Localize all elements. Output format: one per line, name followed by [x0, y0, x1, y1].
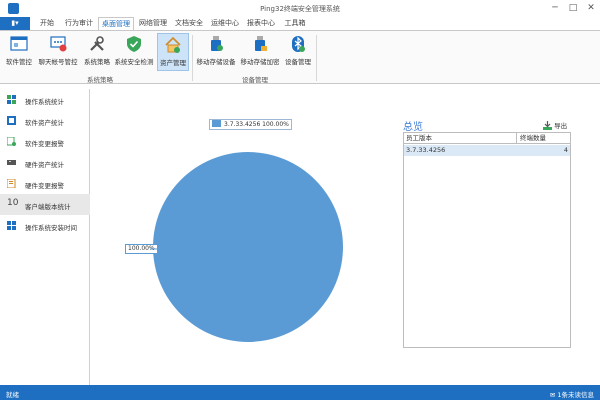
- app-menu-button[interactable]: ▮▾: [0, 17, 30, 30]
- hardware-icon: [7, 160, 16, 165]
- sidebar-item-label: 软件变更报警: [25, 140, 64, 148]
- pie-slice[interactable]: [153, 152, 343, 342]
- overview-table: 员工版本 终端数量 3.7.33.4256 4: [403, 132, 571, 348]
- sidebar-item-label: 操作系统统计: [25, 98, 64, 106]
- hardware-alert-icon: [7, 179, 16, 188]
- house-icon: [165, 36, 181, 53]
- tab-report-center[interactable]: 报表中心: [244, 17, 278, 30]
- export-label: 导出: [554, 122, 568, 130]
- shield-check-icon: [127, 36, 141, 52]
- chat-account-control-label: 聊天帐号管控: [38, 58, 78, 66]
- maximize-button[interactable]: □: [566, 2, 580, 14]
- pie-chart: [153, 152, 343, 342]
- ribbon-group-separator: [316, 35, 317, 81]
- table-cell-version: 3.7.33.4256: [406, 146, 446, 154]
- column-header-count[interactable]: 终端数量: [517, 133, 570, 144]
- device-management-button[interactable]: 设备管理: [283, 33, 313, 71]
- sidebar-item-os-install-time[interactable]: 操作系统安装时间: [0, 215, 90, 236]
- sidebar-item-hardware-assets[interactable]: 硬件资产统计: [0, 152, 90, 173]
- usb-lock-icon: [255, 36, 267, 51]
- sidebar-item-label: 硬件变更报警: [25, 182, 64, 190]
- title-bar: Ping32终端安全管理系统 ─ □ ✕: [0, 0, 600, 17]
- tab-network-management[interactable]: 网络管理: [136, 17, 170, 30]
- tab-ops-center[interactable]: 运维中心: [208, 17, 242, 30]
- group-label-device-management: 设备管理: [242, 76, 268, 84]
- chat-account-control-button[interactable]: 聊天帐号管控: [38, 33, 78, 71]
- group-label-system-policy: 系统策略: [87, 76, 113, 84]
- export-icon: [543, 121, 552, 130]
- software-window-icon: [10, 36, 28, 51]
- sidebar-item-label: 硬件资产统计: [25, 161, 64, 169]
- windows-icon: [7, 221, 16, 230]
- tab-start[interactable]: 开始: [34, 17, 60, 30]
- system-security-check-label: 系统安全检测: [114, 58, 154, 66]
- chat-monitor-icon: [50, 36, 67, 52]
- tab-document-security[interactable]: 文档安全: [172, 17, 206, 30]
- legend-swatch: [212, 120, 221, 127]
- sidebar-item-software-change-alert[interactable]: 软件变更报警: [0, 131, 90, 152]
- system-policy-button[interactable]: 系统策略: [82, 33, 112, 71]
- bluetooth-icon: [292, 36, 305, 52]
- minimize-button[interactable]: ─: [548, 2, 562, 14]
- chart-legend: 3.7.33.4256 100.00%: [209, 119, 292, 130]
- tab-behavior-audit[interactable]: 行为审计: [62, 17, 96, 30]
- legend-text: 3.7.33.4256 100.00%: [224, 121, 289, 128]
- sidebar-item-client-version-stats[interactable]: 10 客户端版本统计: [0, 194, 90, 215]
- pie-label-leader: [150, 248, 158, 250]
- removable-storage-label: 移动存储设备: [196, 58, 236, 66]
- version-number-icon: 10: [7, 198, 19, 208]
- sidebar-item-hardware-change-alert[interactable]: 硬件变更报警: [0, 173, 90, 194]
- overview-title: 总览: [403, 122, 423, 133]
- usb-drive-icon: [211, 36, 223, 51]
- report-sidebar: 操作系统统计 软件资产统计 软件变更报警 硬件资产统计 硬件变更报警 10 客户…: [0, 89, 90, 385]
- sidebar-item-label: 客户端版本统计: [25, 203, 71, 211]
- asset-management-label: 资产管理: [160, 59, 186, 67]
- software-control-label: 软件管控: [6, 58, 32, 66]
- unread-messages-label: 1条未读信息: [557, 391, 594, 399]
- ribbon-tab-bar: ▮▾ 开始 行为审计 桌面管理 网络管理 文档安全 运维中心 报表中心 工具箱: [0, 17, 600, 30]
- tab-desktop-management[interactable]: 桌面管理: [98, 17, 134, 30]
- tools-icon: [90, 36, 104, 51]
- removable-storage-encryption-label: 移动存储加密: [240, 58, 280, 66]
- sidebar-item-label: 操作系统安装时间: [25, 224, 77, 232]
- tab-toolbox[interactable]: 工具箱: [280, 17, 310, 30]
- ribbon-group-separator: [192, 35, 193, 81]
- column-header-version[interactable]: 员工版本: [404, 133, 517, 144]
- mail-icon: ✉: [549, 391, 556, 399]
- status-text: 就绪: [6, 391, 19, 399]
- sidebar-item-software-assets[interactable]: 软件资产统计: [0, 110, 90, 131]
- software-icon: [7, 116, 16, 125]
- status-bar: 就绪 ✉ 1条未读信息: [0, 385, 600, 400]
- software-control-button[interactable]: 软件管控: [4, 33, 34, 71]
- removable-storage-encryption-button[interactable]: 移动存储加密: [239, 33, 281, 71]
- removable-storage-button[interactable]: 移动存储设备: [195, 33, 237, 71]
- grid-icon: [7, 95, 16, 104]
- unread-messages[interactable]: ✉ 1条未读信息: [550, 389, 594, 399]
- sidebar-item-os-stats[interactable]: 操作系统统计: [0, 89, 90, 110]
- ribbon-panel: 软件管控 聊天帐号管控 系统策略 系统安全检测 资产管理 移动存储设备 移动存储…: [0, 30, 600, 84]
- close-button[interactable]: ✕: [584, 2, 598, 14]
- sidebar-item-label: 软件资产统计: [25, 119, 64, 127]
- table-cell-count: 4: [563, 146, 568, 154]
- software-alert-icon: [7, 137, 16, 146]
- device-management-label: 设备管理: [285, 58, 311, 66]
- system-security-check-button[interactable]: 系统安全检测: [114, 33, 154, 71]
- export-button[interactable]: 导出: [543, 120, 567, 130]
- window-title: Ping32终端安全管理系统: [260, 5, 340, 13]
- asset-management-button[interactable]: 资产管理: [157, 33, 189, 71]
- system-policy-label: 系统策略: [84, 58, 110, 66]
